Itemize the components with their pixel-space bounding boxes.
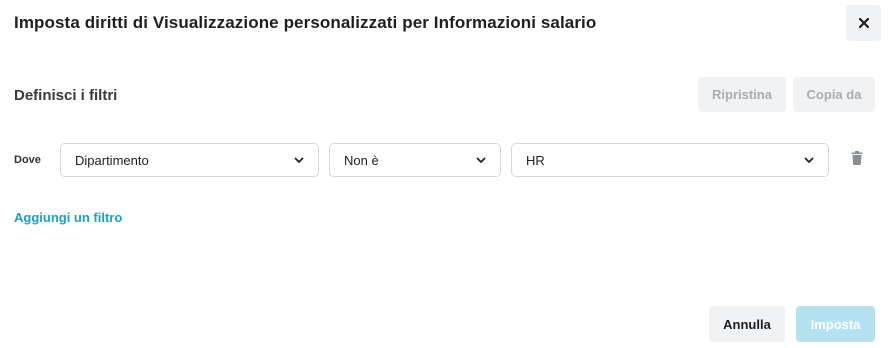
reset-button[interactable]: Ripristina xyxy=(698,77,786,112)
close-icon xyxy=(858,18,869,28)
where-label: Dove xyxy=(14,154,41,166)
filter-operator-select[interactable]: Non è xyxy=(329,143,501,177)
filter-value-value: HR xyxy=(526,152,545,168)
filters-section-title: Definisci i filtri xyxy=(14,87,118,104)
filter-field-select[interactable]: Dipartimento xyxy=(60,143,319,177)
filter-value-select[interactable]: HR xyxy=(511,143,829,177)
add-filter-link[interactable]: Aggiungi un filtro xyxy=(14,210,122,225)
chevron-down-icon xyxy=(804,157,814,164)
dialog-title: Imposta diritti di Visualizzazione perso… xyxy=(14,13,597,32)
submit-button[interactable]: Imposta xyxy=(796,306,875,342)
filter-operator-value: Non è xyxy=(344,152,379,168)
chevron-down-icon xyxy=(476,157,486,164)
chevron-down-icon xyxy=(294,157,304,164)
copy-from-button[interactable]: Copia da xyxy=(793,77,875,112)
cancel-button[interactable]: Annulla xyxy=(709,306,785,342)
close-button[interactable] xyxy=(846,5,881,41)
filter-field-value: Dipartimento xyxy=(75,152,149,168)
custom-view-rights-dialog: Imposta diritti di Visualizzazione perso… xyxy=(0,0,890,348)
trash-icon xyxy=(851,150,863,170)
delete-filter-button[interactable] xyxy=(849,150,865,170)
